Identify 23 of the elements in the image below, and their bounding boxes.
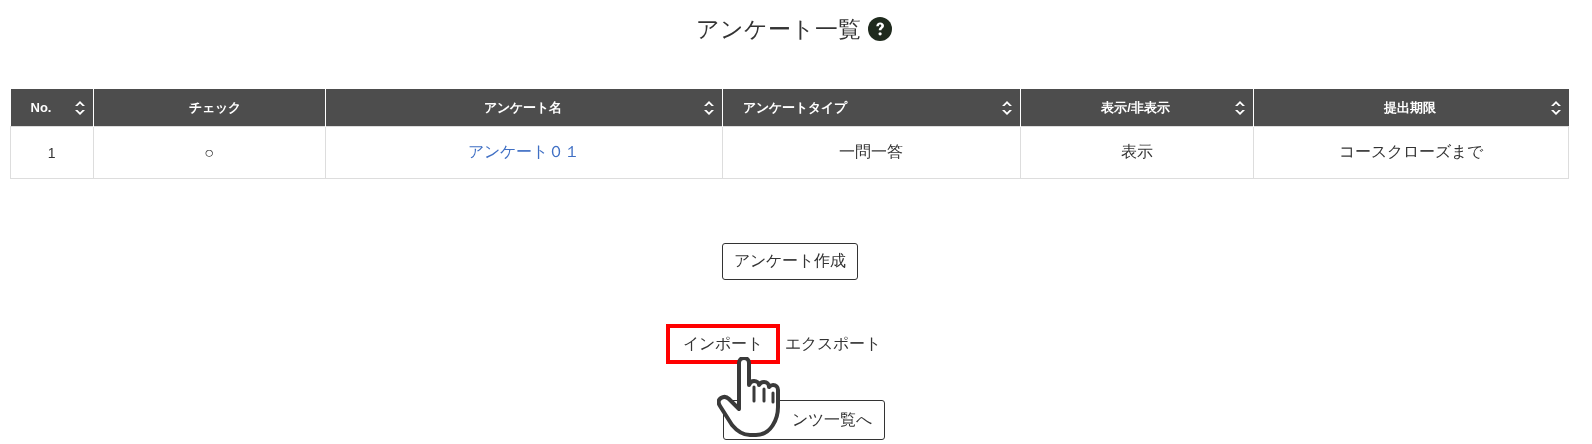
create-button[interactable]: アンケート作成 <box>721 243 858 280</box>
table-cell: 一問一答 <box>722 126 1020 179</box>
link[interactable]: エクスポート <box>784 324 894 364</box>
sort-icon[interactable] <box>1234 100 1245 115</box>
link[interactable]: インポート <box>665 324 780 364</box>
table-cell: コースクローズまで <box>1253 126 1569 179</box>
table-cell: ○ <box>93 126 325 179</box>
sort-icon[interactable] <box>1550 100 1561 115</box>
help-icon[interactable] <box>867 17 892 41</box>
sort-icon[interactable] <box>74 100 85 115</box>
column-header[interactable]: アンケートタイプ <box>722 89 1020 127</box>
column-header[interactable]: 表示/非表示 <box>1020 89 1253 127</box>
table-cell: 1 <box>10 126 93 179</box>
table-cell: 表示 <box>1020 126 1253 179</box>
column-header[interactable]: アンケート名 <box>325 89 722 127</box>
page-title: アンケート一覧 <box>695 15 861 44</box>
column-header[interactable]: No. <box>10 89 93 127</box>
column-header: チェック <box>93 89 325 127</box>
sort-icon[interactable] <box>1001 100 1012 115</box>
survey-link[interactable]: アンケート０１ <box>467 143 580 160</box>
column-header[interactable]: 提出期限 <box>1253 89 1569 127</box>
hand-pointer-icon <box>717 357 781 439</box>
sort-icon[interactable] <box>703 100 714 115</box>
